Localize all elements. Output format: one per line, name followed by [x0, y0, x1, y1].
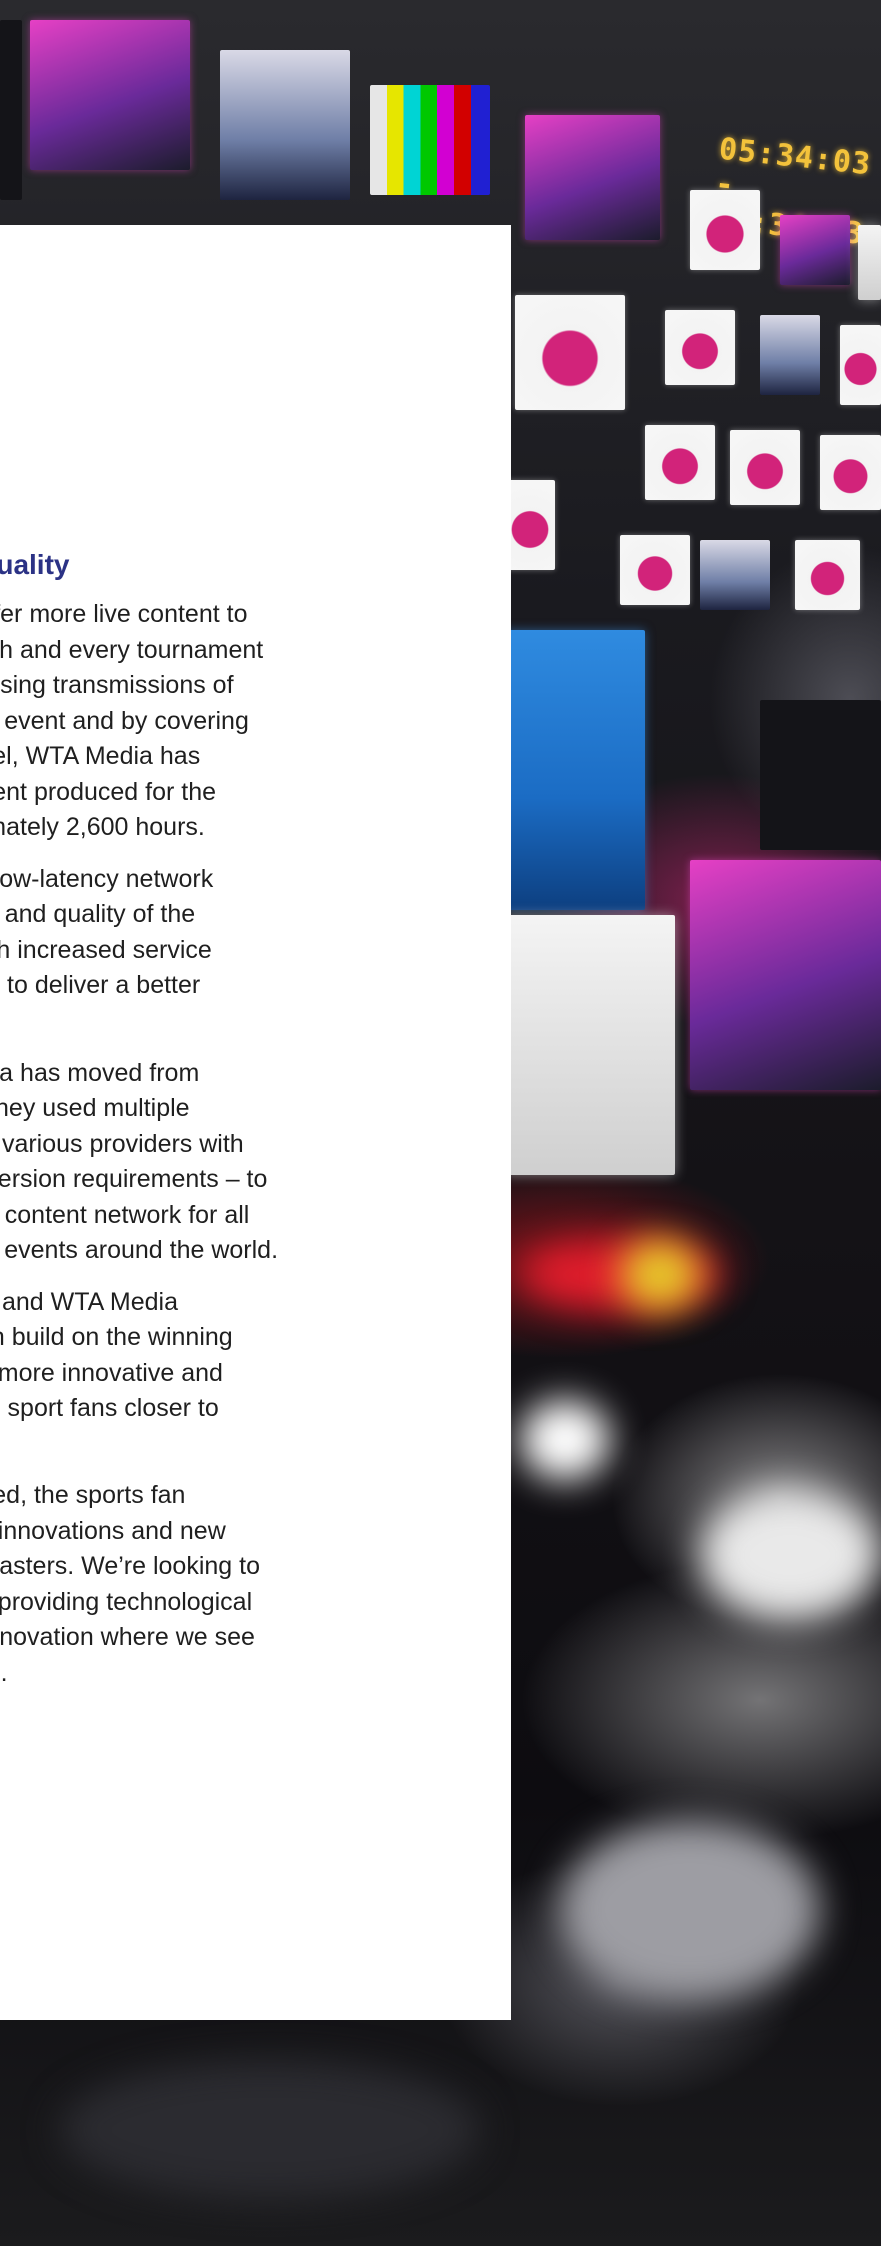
- text-line: roup and WTA Media: [0, 1287, 178, 1316]
- wta-logo-tile: [820, 435, 881, 510]
- yellow-glow: [620, 1240, 700, 1310]
- text-line: WTA events around the world.: [0, 1236, 279, 1264]
- text-line: conversion requirements – to: [0, 1165, 268, 1193]
- text-line: y can build on the winning: [0, 1323, 233, 1351]
- monitor-tile: [700, 540, 770, 610]
- monitor-tile: [30, 20, 190, 170]
- article-paragraph: and low-latency network ency and quality…: [0, 862, 385, 1004]
- text-line: arallel, WTA Media has: [0, 742, 201, 770]
- color-bars-tile: [370, 85, 490, 195]
- wta-logo-tile: [645, 425, 715, 500]
- article-paragraph: Media has moved from ere they used multi…: [0, 1056, 385, 1269]
- text-line: .: [0, 1427, 385, 1463]
- monitor-tile: [760, 315, 820, 395]
- text-line: to offer more live content to: [0, 600, 248, 628]
- text-line: liver more innovative and: [0, 1358, 223, 1387]
- text-line: ity. Using transmissions of: [0, 671, 234, 699]
- text-line: uded.: [0, 1658, 8, 1687]
- text-line: indeed, the sports fan: [0, 1481, 186, 1509]
- grey-glow: [560, 1820, 820, 2000]
- white-glow: [520, 1400, 610, 1480]
- text-line: WTA event and by covering: [0, 706, 249, 735]
- control-panel: [690, 860, 881, 1090]
- control-panel: [760, 700, 881, 850]
- text-line: oadcasters. We’re looking to: [0, 1552, 260, 1580]
- article-body: er quality to offer more live content to…: [0, 547, 385, 1707]
- article-paragraph: roup and WTA Media y can build on the wi…: [0, 1285, 385, 1463]
- monitor-tile: [858, 225, 881, 300]
- monitor-tile: [0, 20, 22, 200]
- text-line: ency and quality of the: [0, 900, 196, 928]
- grey-glow: [60, 2060, 480, 2200]
- text-line: nd innovation where we see: [0, 1623, 255, 1651]
- monitor-tile: [780, 215, 850, 285]
- text-line: Media has moved from: [0, 1058, 200, 1087]
- text-line: ere they used multiple: [0, 1094, 190, 1122]
- monitor-tile: [525, 115, 660, 240]
- monitor-tile: [220, 50, 350, 200]
- blue-screen-monitor: [505, 630, 645, 910]
- text-line: bring sport fans closer to: [0, 1394, 219, 1422]
- article-paragraph: indeed, the sports fan new innovations a…: [0, 1478, 385, 1691]
- wta-logo-tile: [840, 325, 881, 405]
- text-line: g with increased service: [0, 935, 212, 964]
- text-line: roximately 2,600 hours.: [0, 813, 205, 841]
- wta-logo-tile: [795, 540, 860, 610]
- section-heading: er quality: [0, 549, 70, 580]
- wta-logo-tile: [620, 535, 690, 605]
- wta-logo-tile: [665, 310, 735, 385]
- wta-logo-tile: [505, 480, 555, 570]
- article-card: er quality to offer more live content to…: [0, 225, 511, 2020]
- wta-logo-tile: [730, 430, 800, 505]
- text-line: ingle content network for all: [0, 1200, 250, 1229]
- text-line: and low-latency network: [0, 864, 214, 893]
- text-line: content produced for the: [0, 777, 217, 806]
- white-glow: [700, 1490, 880, 1620]
- text-line: new innovations and new: [0, 1516, 226, 1545]
- white-monitor: [505, 915, 675, 1175]
- text-line: from various providers with: [0, 1129, 244, 1158]
- wta-logo-tile: [690, 190, 760, 270]
- text-line: y by providing technological: [0, 1587, 253, 1616]
- text-line: match and every tournament: [0, 635, 264, 664]
- text-line: bility, to deliver a better: [0, 971, 201, 999]
- article-paragraph: to offer more live content to match and …: [0, 597, 385, 846]
- wta-logo-tile: [515, 295, 625, 410]
